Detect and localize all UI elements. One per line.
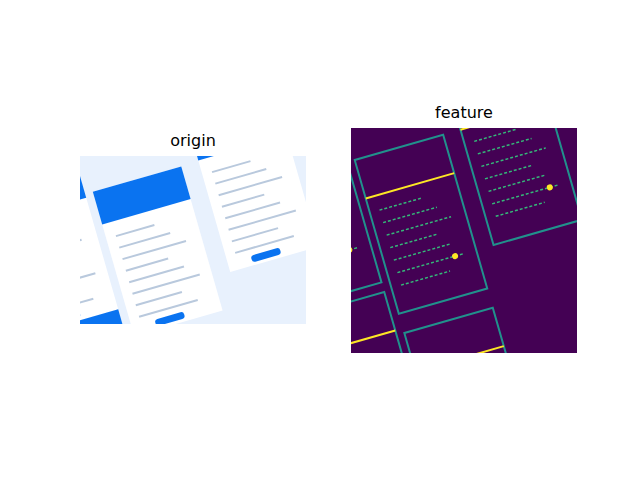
subplot: feature [351,102,577,379]
origin-image [80,156,306,324]
subplot-title: origin [170,130,216,152]
subplot: origin [80,130,306,350]
feature-heatmap [351,128,577,353]
subplot-title: feature [435,102,493,124]
figure: origin feature [0,0,640,480]
